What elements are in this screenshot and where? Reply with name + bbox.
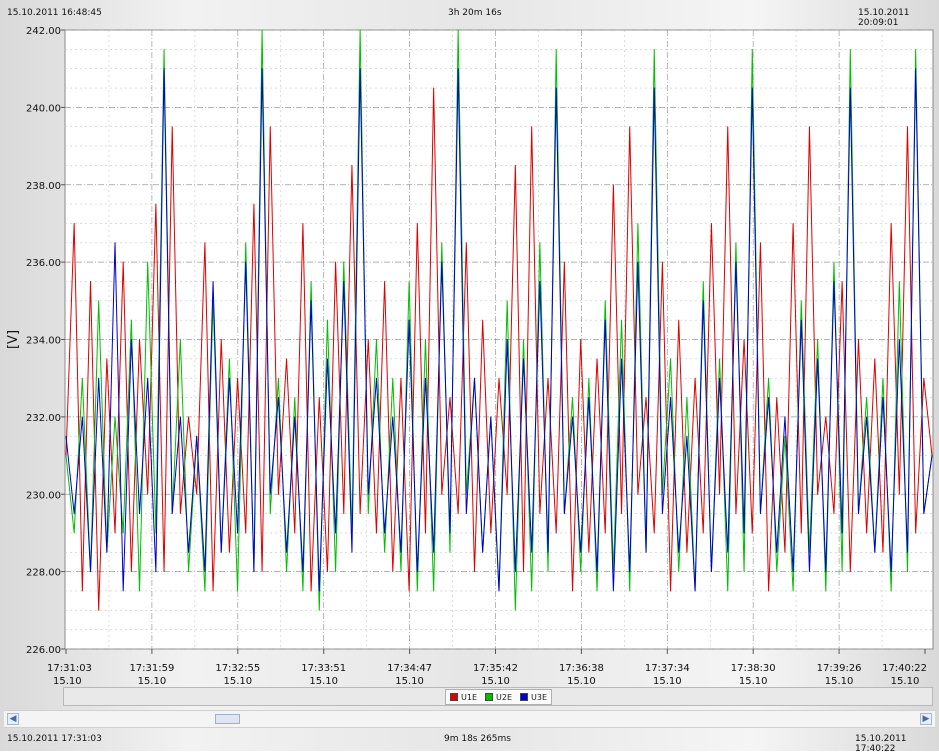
x-tick-time-label: 17:37:34: [645, 663, 690, 674]
x-tick-date-label: 15.10: [739, 676, 768, 687]
legend-item-u1e[interactable]: U1E: [450, 693, 477, 702]
x-tick-time-label: 17:32:55: [215, 663, 260, 674]
voltage-chart[interactable]: 226.00 228.00 230.00 232.00 234.00 236.00 238.…: [0, 0, 939, 690]
x-tick-date-label: 15.10: [53, 676, 82, 687]
x-tick-date-label: 15.10: [567, 676, 596, 687]
legend-swatch-u1e: [450, 693, 458, 701]
y-tick-label: 240.00: [26, 103, 61, 114]
x-tick-date-label: 15.10: [825, 676, 854, 687]
scroll-right-arrow-icon[interactable]: ▶: [920, 713, 932, 725]
legend-swatch-u3e: [520, 693, 528, 701]
view-duration: 9m 18s 265ms: [444, 734, 511, 744]
y-tick-label: 234.00: [26, 336, 61, 347]
view-end-datetime: 15.10.2011 17:40:22: [855, 734, 907, 754]
legend-label-u2e: U2E: [496, 692, 512, 702]
y-tick-label: 238.00: [26, 181, 61, 192]
legend-swatch-u2e: [485, 693, 493, 701]
x-tick-time-label: 17:36:38: [559, 663, 604, 674]
legend-item-u2e[interactable]: U2E: [485, 693, 512, 702]
x-tick-time-label: 17:33:51: [301, 663, 346, 674]
y-tick-label: 228.00: [26, 568, 61, 579]
y-tick-label: 242.00: [26, 26, 61, 37]
x-tick-date-label: 15.10: [395, 676, 424, 687]
x-tick-date-label: 15.10: [481, 676, 510, 687]
scrollbar-thumb[interactable]: [215, 714, 240, 724]
view-start-datetime: 15.10.2011 17:31:03: [7, 734, 102, 744]
x-tick-date-label: 15.10: [223, 676, 252, 687]
x-tick-date-label: 15.10: [138, 676, 167, 687]
y-tick-label: 230.00: [26, 490, 61, 501]
x-tick-date-label: 15.10: [653, 676, 682, 687]
scroll-left-arrow-icon[interactable]: ◀: [7, 713, 19, 725]
x-tick-time-label: 17:31:03: [47, 663, 92, 674]
horizontal-scrollbar[interactable]: ◀ ▶: [4, 710, 935, 728]
chart-legend: U1E U2E U3E: [445, 689, 552, 705]
x-tick-date-label: 15.10: [891, 676, 920, 687]
legend-label-u1e: U1E: [461, 692, 477, 702]
x-tick-time-label: 17:38:30: [731, 663, 776, 674]
legend-label-u3e: U3E: [531, 692, 547, 702]
y-axis-label: [V]: [6, 330, 21, 349]
x-tick-date-label: 15.10: [309, 676, 338, 687]
x-tick-time-label: 17:39:26: [817, 663, 862, 674]
x-tick-time-label: 17:35:42: [473, 663, 518, 674]
x-tick-time-label: 17:40:22: [882, 663, 927, 674]
x-tick-time-label: 17:31:59: [129, 663, 174, 674]
legend-item-u3e[interactable]: U3E: [520, 693, 547, 702]
y-tick-label: 226.00: [26, 645, 61, 656]
y-tick-label: 236.00: [26, 258, 61, 269]
x-tick-time-label: 17:34:47: [387, 663, 432, 674]
y-tick-label: 232.00: [26, 413, 61, 424]
